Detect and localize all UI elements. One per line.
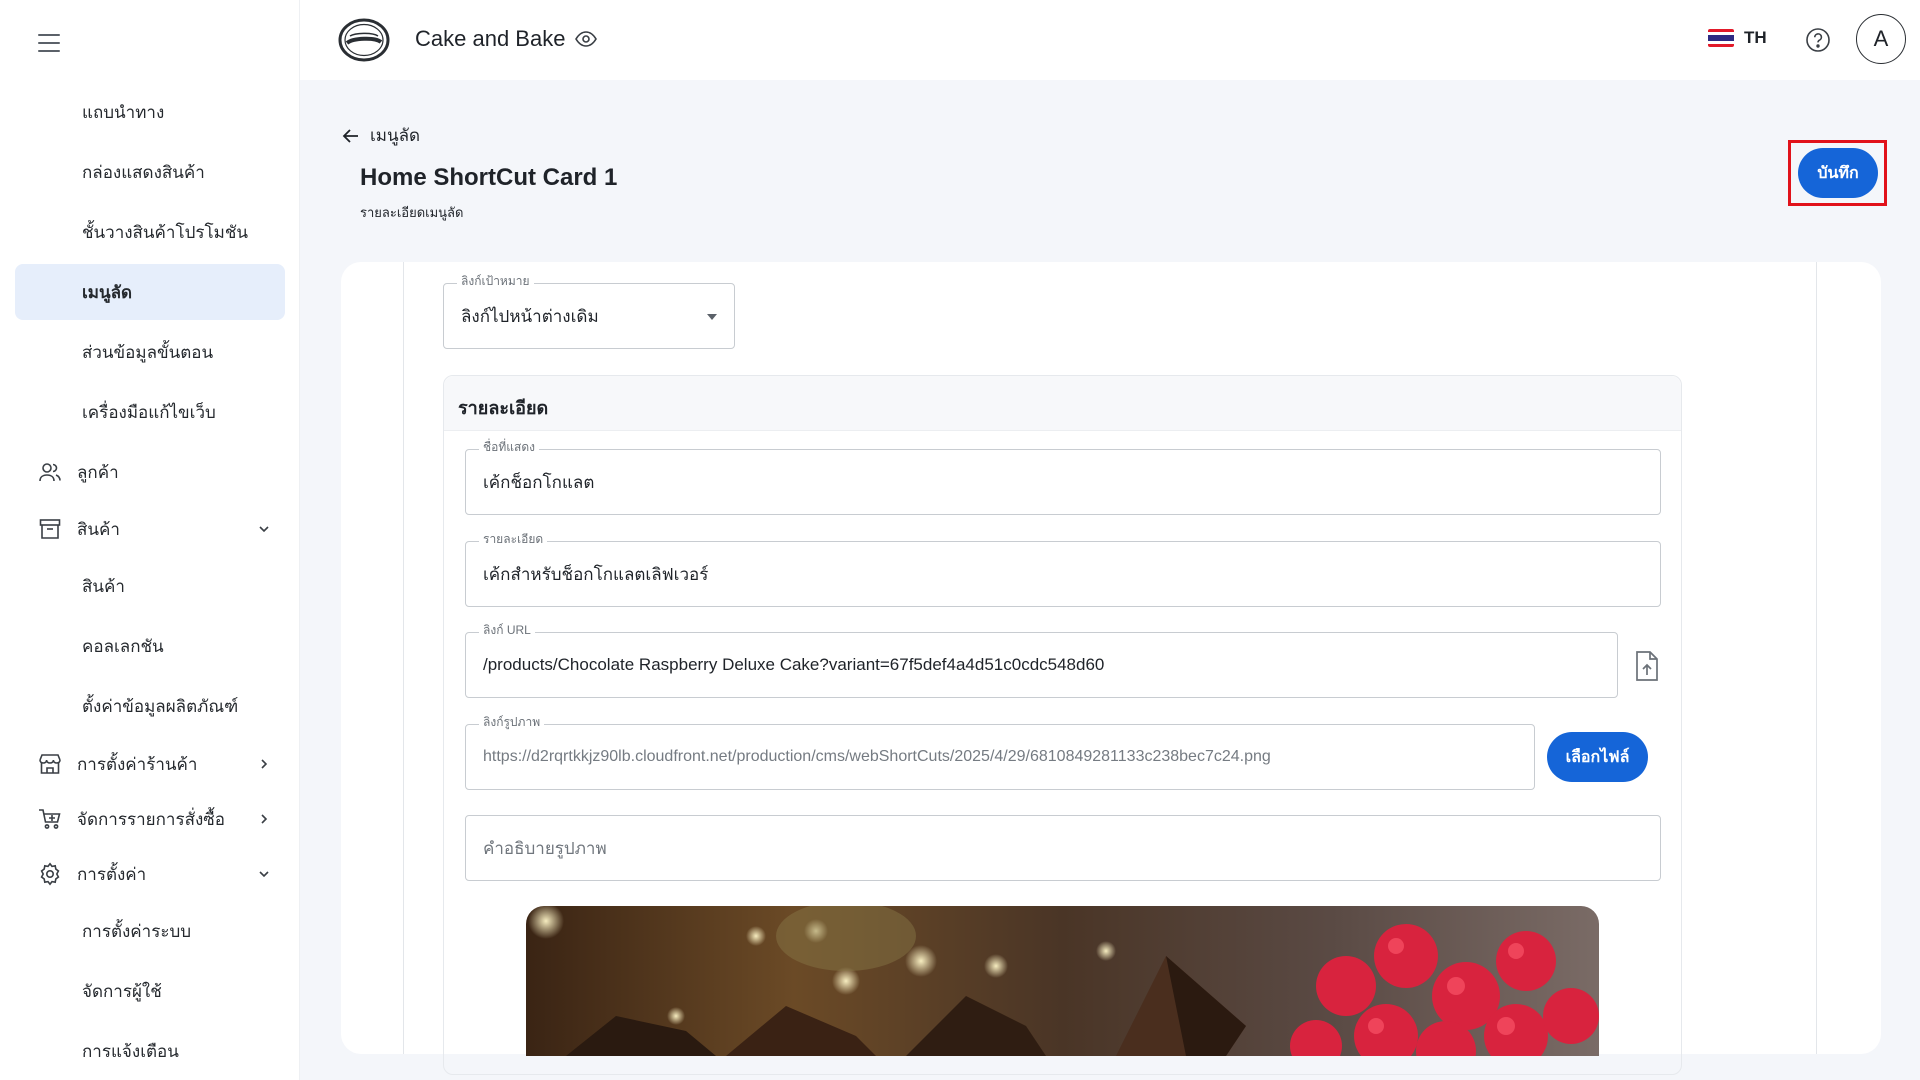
display-name-field[interactable]: เค้กช็อกโกแลต [465,449,1661,515]
caret-down-icon [707,314,717,320]
sidebar-item-label: การแจ้งเตือน [82,1041,179,1061]
sidebar-item-label: ชั้นวางสินค้าโปรโมชัน [82,222,249,242]
eye-icon[interactable] [575,30,597,48]
image-alt-placeholder: คำอธิบายรูปภาพ [483,838,607,858]
sidebar-item-customers[interactable]: ลูกค้า [15,444,285,500]
sidebar-item-label: ลูกค้า [77,462,119,482]
sidebar-item-product-box[interactable]: กล่องแสดงสินค้า [15,144,285,200]
image-link-field[interactable]: https://d2rqrtkkjz90lb.cloudfront.net/pr… [465,724,1535,790]
display-name-label: ชื่อที่แสดง [479,440,539,454]
page-subtitle: รายละเอียดเมนูลัด [360,205,464,220]
chevron-right-icon [261,759,268,769]
choose-file-button[interactable]: เลือกไฟล์ [1547,732,1648,782]
help-icon[interactable] [1805,27,1831,53]
sidebar-item-order-management[interactable]: จัดการรายการสั่งซื้อ [15,791,285,847]
sidebar-item-label: สินค้า [77,519,120,539]
sidebar-item-notifications[interactable]: การแจ้งเตือน [15,1023,285,1079]
chevron-down-icon [259,871,269,878]
app-title: Cake and Bake [415,26,566,51]
sidebar-item-label: การตั้งค่าร้านค้า [77,754,198,774]
image-preview [526,906,1599,1056]
details-section-header: รายละเอียด [444,376,1681,431]
sidebar-item-navigation-bar[interactable]: แถบนำทาง [15,84,285,140]
link-url-value: /products/Chocolate Raspberry Deluxe Cak… [483,655,1105,674]
sidebar-item-step-info[interactable]: ส่วนข้อมูลขั้นตอน [15,324,285,380]
link-url-field[interactable]: /products/Chocolate Raspberry Deluxe Cak… [465,632,1618,698]
sidebar-item-products-list[interactable]: สินค้า [15,558,285,614]
description-value: เค้กสำหรับช็อกโกแลตเลิฟเวอร์ [483,564,709,584]
display-name-value: เค้กช็อกโกแลต [483,472,595,492]
image-alt-field[interactable]: คำอธิบายรูปภาพ [465,815,1661,881]
image-link-label: ลิงก์รูปภาพ [479,715,545,729]
sidebar-item-product-data-settings[interactable]: ตั้งค่าข้อมูลผลิตภัณฑ์ [15,678,285,734]
description-label: รายละเอียด [479,532,548,546]
chevron-down-icon [259,526,269,533]
sidebar-item-promo-shelf[interactable]: ชั้นวางสินค้าโปรโมชัน [15,204,285,260]
users-icon [37,459,63,485]
target-link-value: ลิงก์ไปหน้าต่างเดิม [461,306,599,326]
language-label: TH [1744,28,1767,47]
sidebar-item-label: กล่องแสดงสินค้า [82,162,205,182]
sidebar-item-store-settings[interactable]: การตั้งค่าร้านค้า [15,736,285,792]
avatar[interactable]: A [1856,14,1906,64]
sidebar-item-label: จัดการผู้ใช้ [82,981,162,1001]
description-field[interactable]: เค้กสำหรับช็อกโกแลตเลิฟเวอร์ [465,541,1661,607]
details-section-title: รายละเอียด [458,398,549,418]
sidebar-item-label: แถบนำทาง [82,102,165,122]
page-title: Home ShortCut Card 1 [360,164,618,191]
language-selector[interactable]: TH [1708,28,1767,48]
sidebar-item-label: เครื่องมือแก้ไขเว็บ [82,402,216,422]
chevron-right-icon [261,814,268,824]
sidebar-item-products[interactable]: สินค้า [15,501,285,557]
link-url-label: ลิงก์ URL [479,623,535,637]
thai-flag-icon [1708,29,1734,47]
gear-icon [37,861,63,887]
sidebar-item-collections[interactable]: คอลเลกชัน [15,618,285,674]
sidebar-item-label: ส่วนข้อมูลขั้นตอน [82,342,214,362]
sidebar: แถบนำทาง กล่องแสดงสินค้า ชั้นวางสินค้าโป… [0,0,300,1080]
sidebar-item-label: คอลเลกชัน [82,636,164,656]
storefront-icon [37,751,63,777]
image-link-value: https://d2rqrtkkjz90lb.cloudfront.net/pr… [483,748,1271,765]
chocolate-raspberry-photo [526,906,1599,1056]
top-bar: Cake and Bake TH A [300,0,1920,80]
target-link-select[interactable]: ลิงก์ไปหน้าต่างเดิม [443,283,735,349]
save-button[interactable]: บันทึก [1798,148,1878,198]
sidebar-item-label: จัดการรายการสั่งซื้อ [77,809,226,829]
file-upload-icon[interactable] [1633,650,1661,682]
back-link[interactable]: เมนูลัด [342,122,420,149]
target-link-label: ลิงก์เป้าหมาย [457,274,534,288]
sidebar-item-user-management[interactable]: จัดการผู้ใช้ [15,963,285,1019]
sidebar-item-label: เมนูลัด [82,282,133,302]
hamburger-menu-icon[interactable] [38,34,60,52]
arrow-left-icon [342,128,358,143]
back-link-label: เมนูลัด [370,126,421,145]
sidebar-item-label: ตั้งค่าข้อมูลผลิตภัณฑ์ [82,696,239,716]
sidebar-item-label: สินค้า [82,576,125,596]
sidebar-item-shortcut-menu[interactable]: เมนูลัด [15,264,285,320]
sidebar-item-label: การตั้งค่า [77,864,147,884]
sidebar-item-web-editor[interactable]: เครื่องมือแก้ไขเว็บ [15,384,285,440]
sidebar-item-settings[interactable]: การตั้งค่า [15,846,285,902]
sidebar-item-label: การตั้งค่าระบบ [82,921,192,941]
archive-box-icon [37,516,63,542]
company-logo [338,18,390,62]
cart-icon [37,806,63,832]
sidebar-item-system-settings[interactable]: การตั้งค่าระบบ [15,903,285,959]
